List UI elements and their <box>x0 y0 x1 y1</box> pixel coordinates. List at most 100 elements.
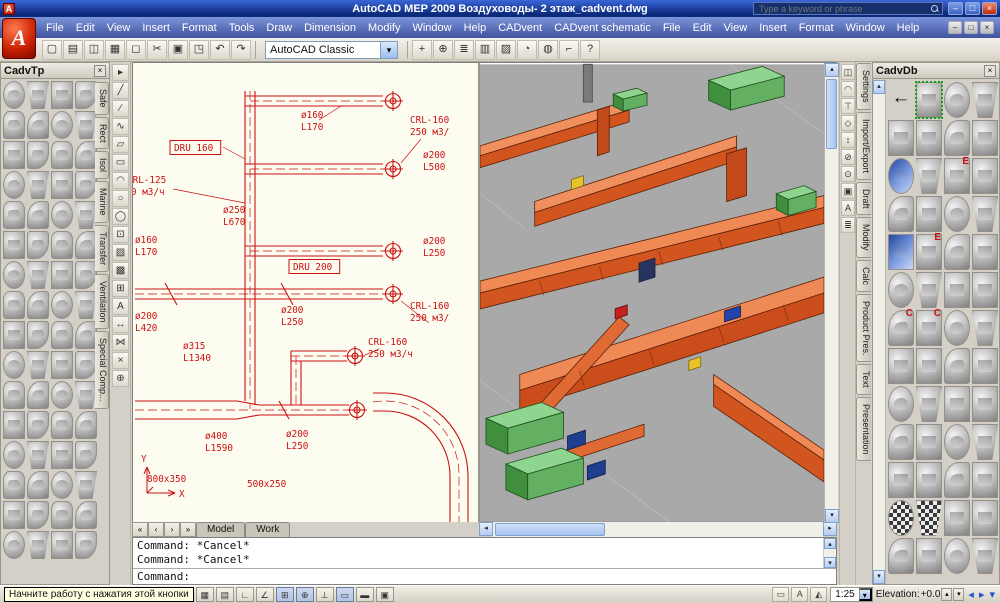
duct-fitting-thumb[interactable] <box>972 500 998 536</box>
zoom-button[interactable]: ⊕ <box>433 40 453 60</box>
menu-item[interactable]: View <box>101 19 137 37</box>
duct-fitting-thumb[interactable] <box>972 386 998 422</box>
scroll-up-button[interactable]: ▴ <box>824 538 836 549</box>
copy-button[interactable]: ▣ <box>168 40 188 60</box>
elevation-value[interactable]: +0.0 <box>921 589 941 600</box>
layout-tab[interactable]: Work <box>245 522 290 537</box>
paste-button[interactable]: ◳ <box>189 40 209 60</box>
duct-fitting-thumb[interactable] <box>27 171 49 199</box>
scroll-right-button[interactable]: ▸ <box>823 522 837 536</box>
duct-fitting-thumb[interactable] <box>27 501 49 529</box>
duct-fitting-thumb[interactable] <box>51 201 73 229</box>
duct-fitting-thumb[interactable] <box>888 462 914 498</box>
duct-fitting-thumb[interactable] <box>3 261 25 289</box>
cut-button[interactable]: ✂ <box>147 40 167 60</box>
duct-fitting-thumb[interactable] <box>51 141 73 169</box>
duct-fitting-thumb[interactable] <box>75 441 97 469</box>
circle-tool-button[interactable]: ○ <box>112 190 129 207</box>
duct-fitting-thumb[interactable] <box>888 538 914 574</box>
menu-item[interactable]: View <box>718 19 754 37</box>
duct-fitting-thumb[interactable] <box>3 381 25 409</box>
hatch-tool-button[interactable]: ▨ <box>112 244 129 261</box>
duct-fitting-thumb[interactable] <box>916 424 942 460</box>
duct-fitting-thumb[interactable] <box>944 500 970 536</box>
menu-item[interactable]: Insert <box>753 19 793 37</box>
duct-fitting-thumb[interactable] <box>888 272 914 308</box>
command-history[interactable]: ▴ ▾ Command: *Cancel*Command: *Cancel* <box>133 538 836 569</box>
cadvdb-close-button[interactable]: × <box>984 65 996 77</box>
osnap-toggle[interactable]: ⊞ <box>276 587 294 602</box>
last-tab-button[interactable]: » <box>180 522 196 537</box>
rise-drop-tool-button[interactable]: ↕ <box>841 132 855 148</box>
scrollbar-track[interactable] <box>493 522 823 537</box>
menu-item[interactable]: Tools <box>223 19 261 37</box>
construction-line-tool-button[interactable]: ∕ <box>112 100 129 117</box>
pan-button[interactable]: + <box>412 40 432 60</box>
duct-fitting-thumb[interactable] <box>51 261 73 289</box>
duct-fitting-thumb[interactable] <box>3 471 25 499</box>
tee-tool-button[interactable]: ⊤ <box>841 98 855 114</box>
duct-fitting-thumb[interactable] <box>27 321 49 349</box>
duct-fitting-thumb[interactable] <box>916 120 942 156</box>
palette-tab[interactable]: Settings <box>856 63 871 110</box>
menu-item[interactable]: CADvent schematic <box>548 19 657 37</box>
next-view-button[interactable]: ▸ <box>978 588 986 601</box>
duct-fitting-thumb[interactable] <box>75 141 97 169</box>
menu-item[interactable]: Insert <box>136 19 176 37</box>
palette-tab[interactable]: Presentation <box>856 397 871 462</box>
duct-fitting-thumb[interactable] <box>944 120 970 156</box>
duct-fitting-thumb[interactable] <box>3 291 25 319</box>
match-properties-button[interactable]: ▨ <box>496 40 516 60</box>
duct-fitting-thumb[interactable] <box>3 351 25 379</box>
duct-fitting-thumb[interactable] <box>51 231 73 259</box>
menu-item[interactable]: Edit <box>687 19 718 37</box>
menu-item[interactable]: Modify <box>362 19 406 37</box>
duct-fitting-thumb[interactable] <box>888 158 914 194</box>
menu-item[interactable]: File <box>657 19 687 37</box>
duct-fitting-thumb[interactable] <box>888 348 914 384</box>
duct-fitting-thumb[interactable] <box>972 462 998 498</box>
scrollbar-thumb[interactable] <box>826 79 837 149</box>
prev-view-button[interactable]: ◂ <box>967 588 975 601</box>
ortho-toggle[interactable]: ∟ <box>236 587 254 602</box>
duct-fitting-thumb[interactable] <box>3 141 25 169</box>
duct-fitting-thumb[interactable] <box>3 411 25 439</box>
zoom-tool-button[interactable]: ⊕ <box>112 370 129 387</box>
menu-browser-button[interactable]: A <box>2 18 36 59</box>
scroll-up-button[interactable]: ▴ <box>825 63 839 77</box>
damper-tool-button[interactable]: ⊘ <box>841 149 855 165</box>
menu-item[interactable]: Draw <box>260 19 298 37</box>
text-tool-button[interactable]: A <box>112 298 129 315</box>
duct-fitting-thumb[interactable] <box>27 141 49 169</box>
duct-fitting-thumb[interactable] <box>27 381 49 409</box>
grid-toggle[interactable]: ▤ <box>216 587 234 602</box>
duct-fitting-thumb[interactable] <box>75 201 97 229</box>
duct-fitting-thumb[interactable]: E <box>916 234 942 270</box>
label-tool-button[interactable]: A <box>841 200 855 216</box>
open-file-button[interactable]: ▤ <box>63 40 83 60</box>
duct-fitting-thumb[interactable] <box>27 231 49 259</box>
duct-fitting-thumb[interactable] <box>916 158 942 194</box>
doc-restore-button[interactable]: □ <box>964 21 978 34</box>
annotation-visibility-button[interactable]: ◭ <box>810 587 827 602</box>
duct-fitting-thumb[interactable] <box>51 171 73 199</box>
duct-fitting-thumb[interactable] <box>51 501 73 529</box>
dimension-tool-button[interactable]: ↔ <box>112 316 129 333</box>
restore-button[interactable]: □ <box>965 2 980 15</box>
first-tab-button[interactable]: « <box>132 522 148 537</box>
duct-fitting-thumb[interactable] <box>51 81 73 109</box>
duct-fitting-thumb[interactable] <box>51 351 73 379</box>
horizontal-scrollbar[interactable]: ◂ ▸ <box>479 522 837 537</box>
doc-close-button[interactable]: × <box>980 21 994 34</box>
duct-fitting-thumb[interactable] <box>75 381 97 409</box>
lwt-toggle[interactable]: ▬ <box>356 587 374 602</box>
duct-fitting-thumb[interactable] <box>944 386 970 422</box>
duct-fitting-thumb[interactable] <box>916 348 942 384</box>
palette-tab[interactable]: Text <box>856 364 871 395</box>
duct-fitting-thumb[interactable] <box>888 386 914 422</box>
doc-minimize-button[interactable]: – <box>948 21 962 34</box>
duct-fitting-thumb[interactable] <box>27 201 49 229</box>
annotation-scale-value[interactable]: 1:25 <box>831 589 858 600</box>
duct-fitting-thumb[interactable] <box>916 538 942 574</box>
palette-tab[interactable]: Ventilation <box>95 274 109 330</box>
